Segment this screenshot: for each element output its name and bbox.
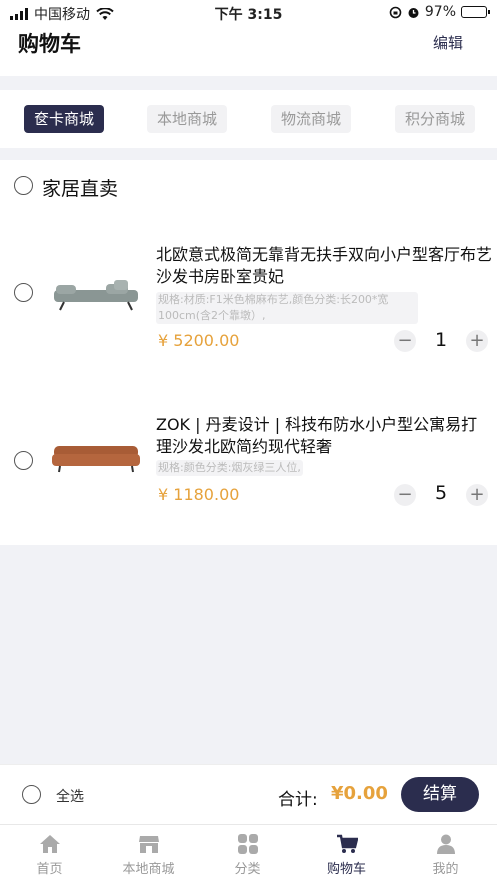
edit-button[interactable]: 编辑 xyxy=(433,32,463,53)
nav-mine[interactable]: 我的 xyxy=(396,825,495,883)
status-bar: 中国移动 下午 3:15 97% xyxy=(0,0,497,26)
battery-icon xyxy=(461,6,490,18)
alarm-icon xyxy=(408,7,419,18)
nav-home[interactable]: 首页 xyxy=(0,825,99,883)
rotation-lock-icon xyxy=(389,6,402,18)
item-select-radio[interactable] xyxy=(14,451,33,470)
total-amount: ¥0.00 xyxy=(331,783,388,804)
nav-label: 首页 xyxy=(36,862,63,877)
item-quantity[interactable]: 1 xyxy=(429,329,453,351)
item-select-radio[interactable] xyxy=(14,283,33,302)
mall-tabs: 奁卡商城 本地商城 物流商城 积分商城 xyxy=(0,90,497,148)
sofa-grey-image xyxy=(54,280,138,311)
app-header: 购物车 编辑 xyxy=(0,26,497,76)
decrease-quantity-button[interactable]: − xyxy=(394,484,416,506)
cart-item: ZOK | 丹麦设计 | 科技布防水小户型公寓易打理沙发北欧简约现代轻奢 规格:… xyxy=(0,410,497,540)
increase-quantity-button[interactable]: + xyxy=(466,330,488,352)
item-title[interactable]: ZOK | 丹麦设计 | 科技布防水小户型公寓易打理沙发北欧简约现代轻奢 xyxy=(156,414,492,458)
user-icon xyxy=(436,834,455,854)
store-icon xyxy=(138,836,159,853)
item-spec: 规格:材质:F1米色棉麻布艺,颜色分类:长200*宽100cm(含2个靠墩）, xyxy=(156,292,418,324)
select-all-label[interactable]: 全选 xyxy=(56,786,84,806)
tab-points-mall[interactable]: 积分商城 xyxy=(395,105,476,133)
nav-label: 分类 xyxy=(234,862,261,877)
checkout-button[interactable]: 结算 xyxy=(401,777,479,812)
grid-icon xyxy=(237,834,258,854)
home-icon xyxy=(39,835,60,853)
sofa-brown-image xyxy=(52,446,140,473)
item-price: ¥ 1180.00 xyxy=(158,485,240,504)
tab-lianka-mall[interactable]: 奁卡商城 xyxy=(24,105,105,133)
item-spec: 规格:颜色分类:烟灰绿三人位, xyxy=(156,460,303,476)
increase-quantity-button[interactable]: + xyxy=(466,484,488,506)
item-price: ¥ 5200.00 xyxy=(158,331,240,350)
item-title[interactable]: 北欧意式极简无靠背无扶手双向小户型客厅布艺沙发书房卧室贵妃 xyxy=(156,244,492,288)
checkout-bar: 全选 合计: ¥0.00 结算 xyxy=(0,764,497,824)
nav-label: 本地商城 xyxy=(122,862,175,877)
page-title: 购物车 xyxy=(18,32,81,56)
nav-local-mall[interactable]: 本地商城 xyxy=(99,825,198,883)
store-name: 家居直卖 xyxy=(42,178,119,200)
nav-label: 我的 xyxy=(432,862,459,877)
nav-category[interactable]: 分类 xyxy=(198,825,297,883)
nav-cart[interactable]: 购物车 xyxy=(297,825,396,883)
bottom-tab-bar: 首页 本地商城 分类 购物车 我的 xyxy=(0,824,497,883)
nav-label: 购物车 xyxy=(326,862,366,877)
cart-item: 北欧意式极简无靠背无扶手双向小户型客厅布艺沙发书房卧室贵妃 规格:材质:F1米色… xyxy=(0,240,497,380)
total-label: 合计: xyxy=(278,790,318,810)
tab-logistics-mall[interactable]: 物流商城 xyxy=(271,105,352,133)
decrease-quantity-button[interactable]: − xyxy=(394,330,416,352)
battery-percent: 97% xyxy=(424,4,456,20)
cart-icon xyxy=(336,834,358,853)
select-all-radio[interactable] xyxy=(22,785,41,804)
tab-local-mall[interactable]: 本地商城 xyxy=(147,105,228,133)
store-select-radio[interactable] xyxy=(14,176,33,195)
item-quantity[interactable]: 5 xyxy=(429,482,453,504)
store-section: 家居直卖 北欧意式极简无靠背无扶手双向小户型客厅布艺沙发书房卧室贵妃 规格:材质… xyxy=(0,160,497,545)
